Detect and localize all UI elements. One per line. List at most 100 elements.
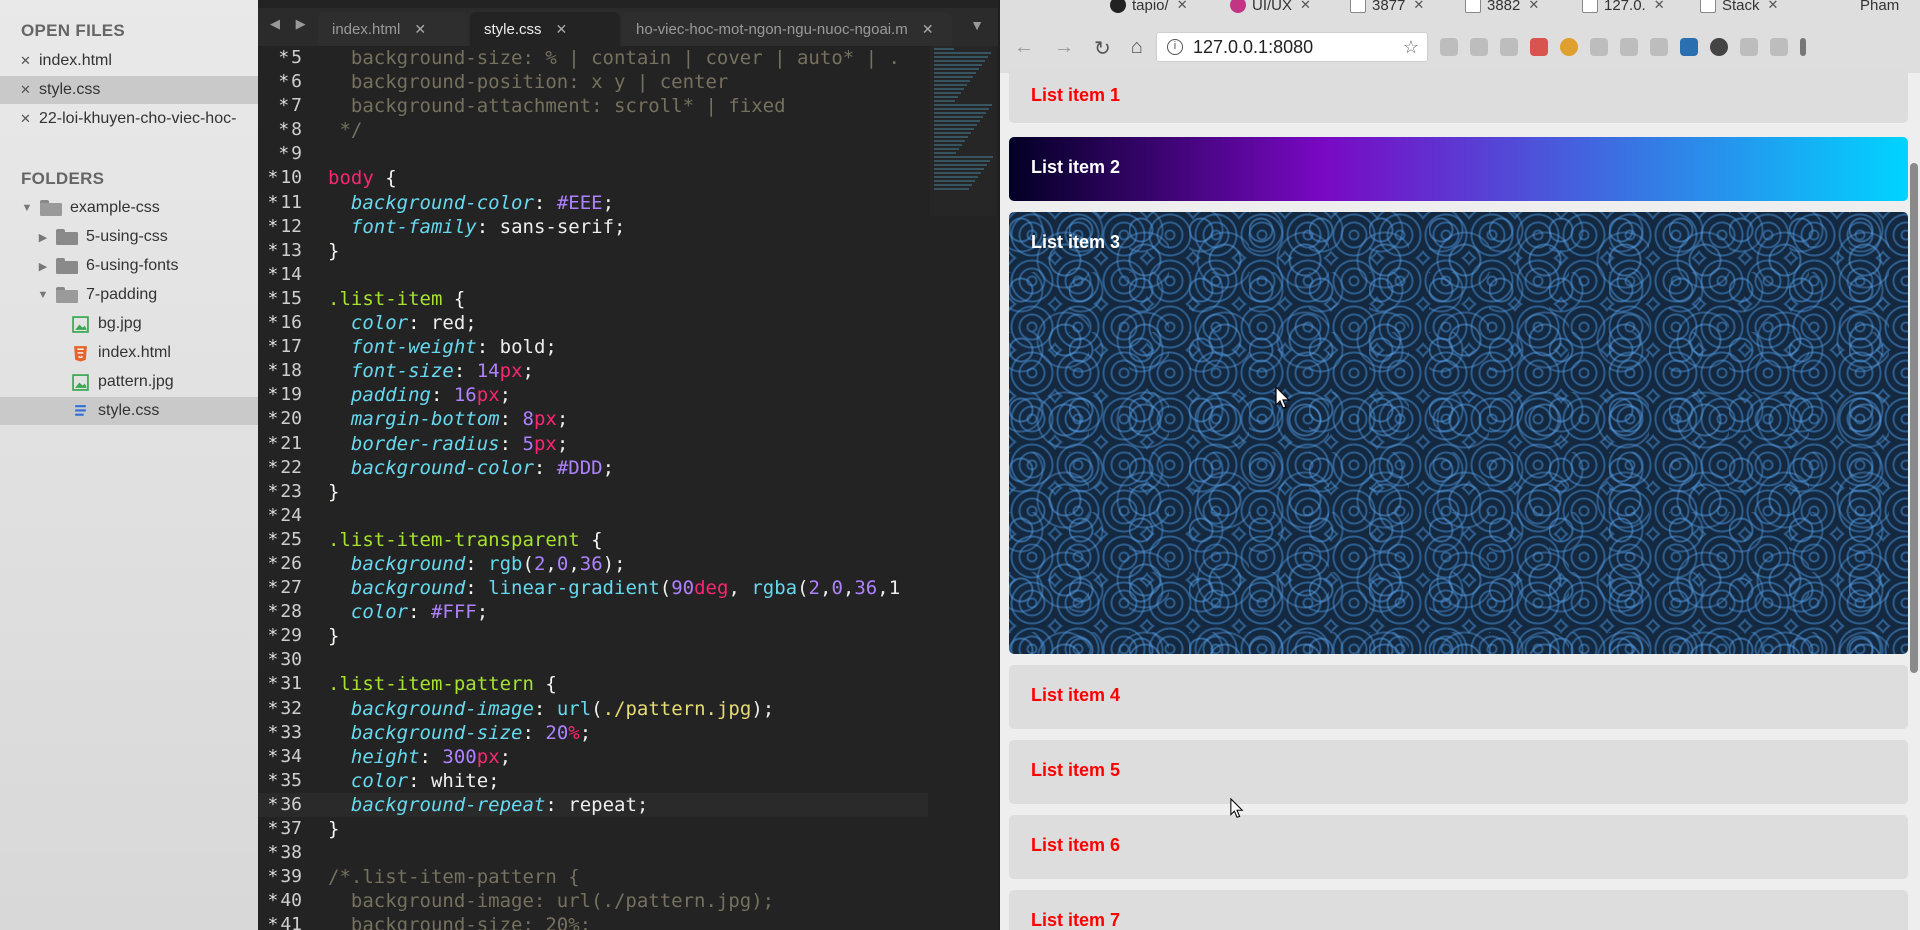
chevron-right-icon[interactable]: ▶ [36, 231, 50, 244]
code-line[interactable]: * 12 font-family: sans-serif; [258, 215, 928, 239]
code-line[interactable]: * 33 background-size: 20%; [258, 721, 928, 745]
extension-icon[interactable] [1770, 38, 1788, 56]
close-icon[interactable]: ✕ [1413, 0, 1424, 13]
code-line[interactable]: * 24 [258, 504, 928, 528]
close-icon[interactable]: ✕ [20, 111, 39, 127]
close-icon[interactable]: ✕ [20, 53, 39, 69]
menu-icon[interactable] [1800, 38, 1806, 56]
code-line[interactable]: * 10 body { [258, 166, 928, 190]
extension-icon[interactable] [1470, 38, 1488, 56]
browser-tab[interactable]: tapio/ ✕ [1110, 0, 1188, 16]
code-line[interactable]: * 41 background-size: 20%; [258, 913, 928, 930]
code-line[interactable]: * 39 /*.list-item-pattern { [258, 865, 928, 889]
profile-button[interactable]: Pham [1860, 0, 1899, 16]
code-line[interactable]: * 18 font-size: 14px; [258, 359, 928, 383]
tree-folder-example-css[interactable]: ▼ example-css [0, 194, 258, 222]
browser-tab[interactable]: 3882 ✕ [1465, 0, 1539, 16]
forward-icon[interactable]: → [1054, 36, 1074, 61]
code-line[interactable]: * 20 margin-bottom: 8px; [258, 407, 928, 431]
code-line[interactable]: * 34 height: 300px; [258, 745, 928, 769]
code-area[interactable]: * 5 background-size: % | contain | cover … [258, 46, 928, 930]
close-icon[interactable]: ✕ [414, 21, 426, 38]
reload-icon[interactable]: ↻ [1094, 36, 1111, 61]
tree-file-style-css[interactable]: style.css [0, 397, 258, 425]
tree-file-index-html[interactable]: index.html [0, 339, 258, 367]
browser-tab[interactable]: Stack ✕ [1700, 0, 1778, 16]
tab-index-html[interactable]: index.html ✕ [318, 12, 468, 46]
code-line[interactable]: * 29} [258, 624, 928, 648]
code-line[interactable]: * 8 */ [258, 118, 928, 142]
home-icon[interactable]: ⌂ [1131, 36, 1143, 61]
extension-icon[interactable] [1560, 38, 1578, 56]
info-icon[interactable]: i [1167, 39, 1183, 55]
code-line[interactable]: * 14 [258, 263, 928, 287]
close-icon[interactable]: ✕ [1300, 0, 1311, 13]
close-icon[interactable]: ✕ [922, 21, 934, 38]
tab-nav-arrows-icon[interactable]: ◀ ▶ [270, 16, 312, 32]
extension-icon[interactable] [1620, 38, 1638, 56]
code-line[interactable]: * 17 font-weight: bold; [258, 335, 928, 359]
extension-icon[interactable] [1650, 38, 1668, 56]
code-line[interactable]: * 38 [258, 841, 928, 865]
code-line[interactable]: * 9 [258, 142, 928, 166]
code-line[interactable]: * 7 background-attachment: scroll* | fixe… [258, 94, 928, 118]
code-line[interactable]: * 21 border-radius: 5px; [258, 432, 928, 456]
close-icon[interactable]: ✕ [1654, 0, 1665, 13]
extension-icon[interactable] [1440, 38, 1458, 56]
code-line[interactable]: * 22 background-color: #DDD; [258, 456, 928, 480]
open-file-index-html[interactable]: ✕ index.html [0, 47, 258, 75]
chevron-right-icon[interactable]: ▶ [36, 260, 50, 273]
minimap[interactable] [930, 46, 996, 216]
extension-icon[interactable] [1590, 38, 1608, 56]
close-icon[interactable]: ✕ [1177, 0, 1188, 13]
code-line[interactable]: * 19 padding: 16px; [258, 383, 928, 407]
code-line[interactable]: * 23} [258, 480, 928, 504]
close-icon[interactable]: ✕ [1528, 0, 1539, 13]
back-icon[interactable]: ← [1014, 36, 1034, 61]
tree-file-bg-jpg[interactable]: bg.jpg [0, 310, 258, 338]
code-line[interactable]: * 32 background-image: url(./pattern.jpg)… [258, 697, 928, 721]
code-line[interactable]: * 27 background: linear-gradient(90deg, r… [258, 576, 928, 600]
extension-icon[interactable] [1740, 38, 1758, 56]
tab-label: style.css [484, 20, 542, 38]
code-line[interactable]: * 35 color: white; [258, 769, 928, 793]
code-line[interactable]: * 30 [258, 648, 928, 672]
page-scrollbar[interactable] [1910, 163, 1918, 673]
tree-file-pattern-jpg[interactable]: pattern.jpg [0, 368, 258, 396]
bookmark-star-icon[interactable]: ☆ [1403, 37, 1419, 58]
tab-style-css[interactable]: style.css ✕ [470, 12, 620, 46]
close-icon[interactable]: ✕ [556, 21, 568, 38]
browser-tab[interactable]: 3877 ✕ [1350, 0, 1424, 16]
browser-tab[interactable]: UI/UX ✕ [1230, 0, 1311, 16]
open-file-markdown[interactable]: ✕ 22-loi-khuyen-cho-viec-hoc- [0, 105, 258, 133]
code-line[interactable]: * 13} [258, 239, 928, 263]
browser-tab-active[interactable]: 127.0. ✕ [1582, 0, 1665, 16]
code-line[interactable]: * 5 background-size: % | contain | cover … [258, 46, 928, 70]
code-line[interactable]: * 37} [258, 817, 928, 841]
close-icon[interactable]: ✕ [1768, 0, 1779, 13]
address-bar[interactable]: i 127.0.0.1:8080 ☆ [1156, 32, 1428, 62]
code-line[interactable]: * 40 background-image: url(./pattern.jpg)… [258, 889, 928, 913]
close-icon[interactable]: ✕ [20, 82, 39, 98]
code-line[interactable]: * 16 color: red; [258, 311, 928, 335]
code-line[interactable]: * 25 .list-item-transparent { [258, 528, 928, 552]
extension-icon[interactable] [1500, 38, 1518, 56]
code-line[interactable]: * 11 background-color: #EEE; [258, 191, 928, 215]
extension-icon[interactable] [1680, 38, 1698, 56]
tree-folder-6-using-fonts[interactable]: ▶ 6-using-fonts [0, 252, 258, 280]
code-line[interactable]: * 6 background-position: x y | center [258, 70, 928, 94]
code-line[interactable]: * 15 .list-item { [258, 287, 928, 311]
tab-markdown-file[interactable]: ho-viec-hoc-mot-ngon-ngu-nuoc-ngoai.m ✕ [622, 12, 952, 46]
code-line[interactable]: * 28 color: #FFF; [258, 600, 928, 624]
open-file-style-css[interactable]: ✕ style.css [0, 76, 258, 104]
code-line[interactable]: * 31 .list-item-pattern { [258, 672, 928, 696]
code-line[interactable]: * 36 background-repeat: repeat; [258, 792, 928, 817]
extension-icon[interactable] [1710, 38, 1728, 56]
chevron-down-icon[interactable]: ▼ [36, 289, 50, 301]
code-line[interactable]: * 26 background: rgb(2,0,36); [258, 552, 928, 576]
extension-icon[interactable] [1530, 38, 1548, 56]
tree-folder-7-padding[interactable]: ▼ 7-padding [0, 281, 258, 309]
chevron-down-icon[interactable]: ▼ [970, 17, 984, 33]
tree-folder-5-using-css[interactable]: ▶ 5-using-css [0, 223, 258, 251]
chevron-down-icon[interactable]: ▼ [20, 202, 34, 214]
